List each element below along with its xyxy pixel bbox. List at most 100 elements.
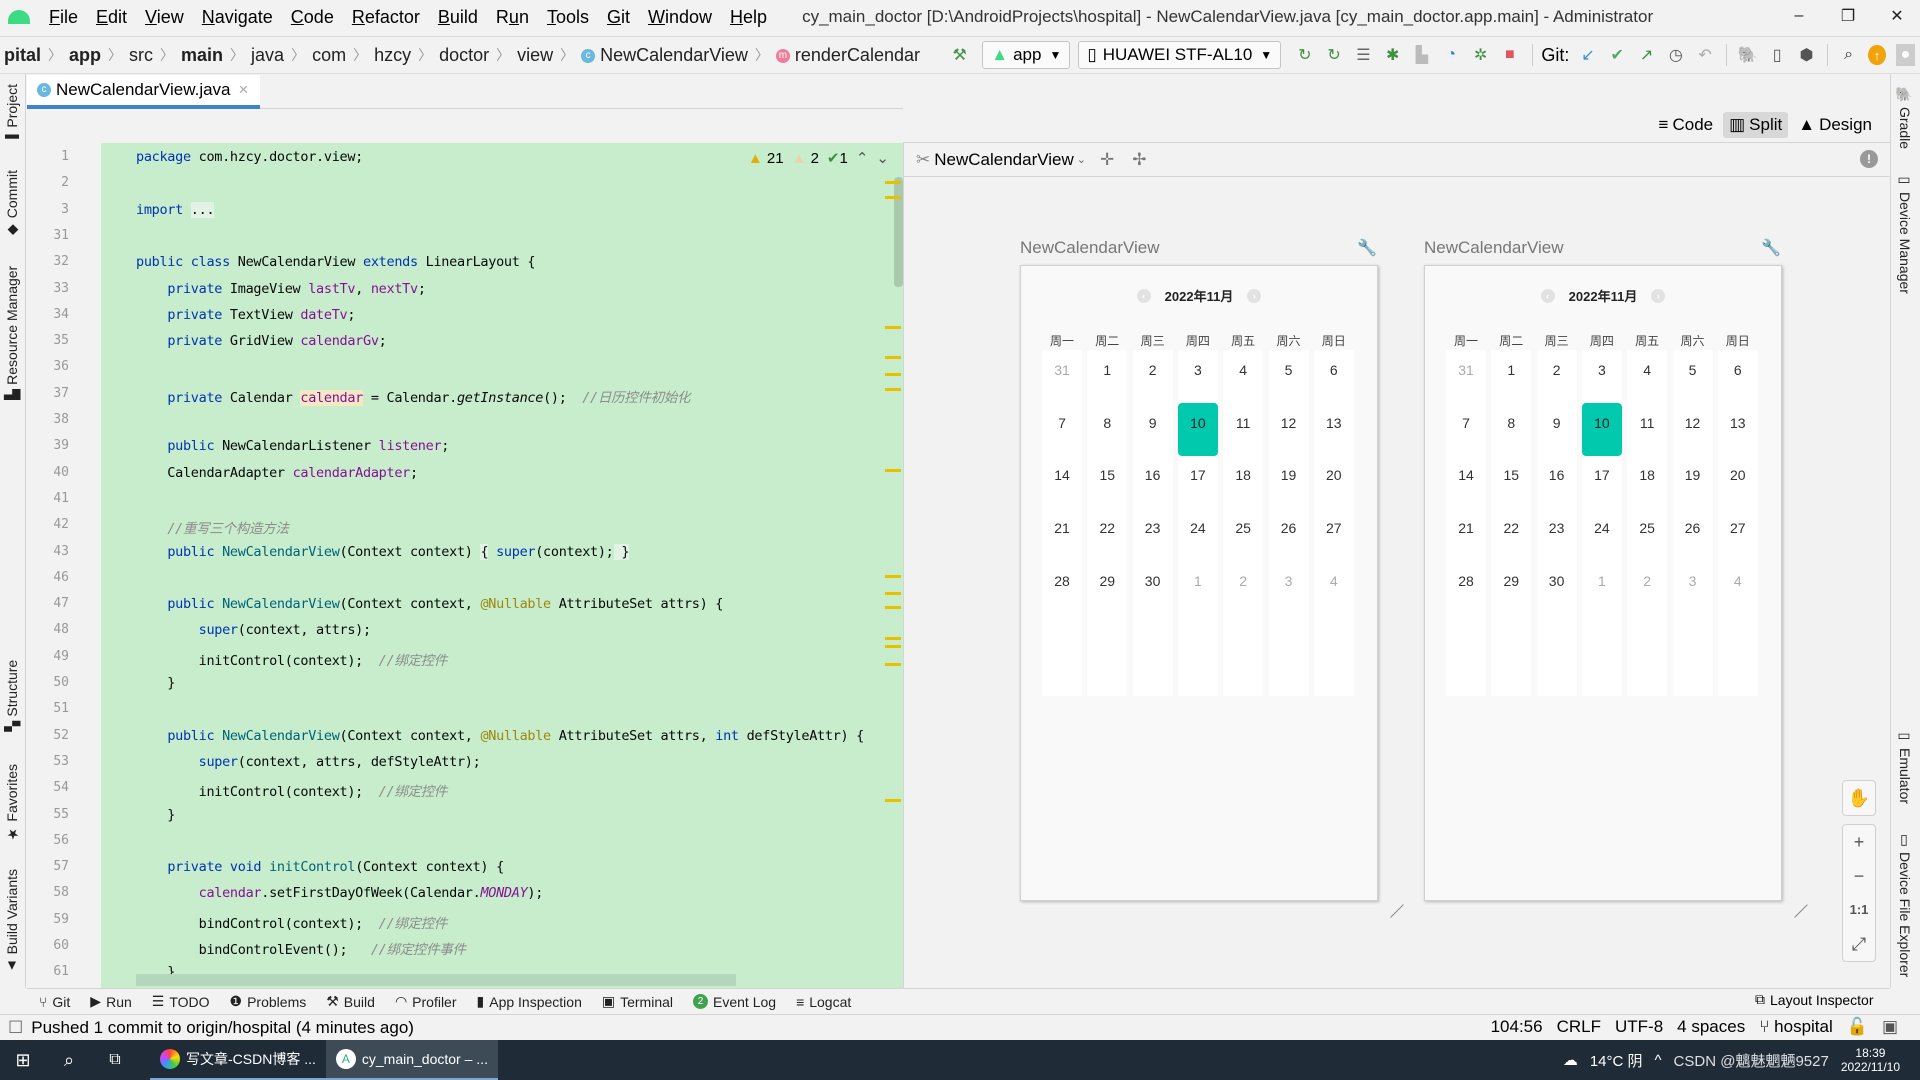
git-branch[interactable]: ⑂ hospital [1759,1017,1833,1037]
breadcrumb-view[interactable]: view [513,45,557,66]
typos-count[interactable]: ✔1 [827,149,848,167]
calendar-day[interactable]: 9 [1133,403,1173,456]
clock[interactable]: 18:39 2022/11/10 [1841,1046,1900,1074]
code-line[interactable]: } [136,807,175,823]
tool-tab-device-file-explorer[interactable]: ▯ Device File Explorer [1897,832,1913,977]
calendar-day[interactable]: 24 [1582,508,1622,561]
calendar-day[interactable]: 20 [1314,455,1354,508]
calendar-day[interactable]: 30 [1537,561,1577,614]
tool-tab-structure[interactable]: ▚ Structure [4,660,20,732]
status-message[interactable]: Pushed 1 commit to origin/hospital (4 mi… [31,1018,414,1038]
inspection-widget[interactable]: ▲ 21 ▲ 2 ✔1 ⌃ ⌄ [748,149,889,168]
calendar-day[interactable]: 15 [1087,455,1127,508]
calendar-day[interactable]: 27 [1718,508,1758,561]
calendar-day[interactable]: 30 [1133,561,1173,614]
git-commit-icon[interactable]: ✔ [1608,44,1627,66]
tool-window-problems[interactable]: ❶ Problems [230,993,307,1010]
menu-file[interactable]: File [40,7,87,28]
warnings-count[interactable]: ▲ 21 [748,150,784,167]
code-line[interactable]: package com.hzcy.doctor.view; [136,149,363,165]
gradle-sync-icon[interactable]: 🐘 [1738,44,1758,66]
close-tab-icon[interactable]: × [239,80,249,100]
menu-tools[interactable]: Tools [538,7,598,28]
calendar-day[interactable]: 7 [1042,403,1082,456]
tray-expand-icon[interactable]: ^ [1655,1052,1662,1069]
calendar-day[interactable]: 10 [1177,402,1218,456]
chevron-down-icon[interactable]: ⌄ [1077,153,1086,166]
vertical-scrollbar[interactable] [894,177,903,287]
warning-stripe-mark[interactable] [885,373,901,376]
zoom-out-button[interactable]: − [1843,859,1875,893]
calendar-day[interactable]: 3 [1582,350,1622,403]
menu-window[interactable]: Window [639,7,721,28]
resize-handle[interactable] [1378,892,1404,918]
calendar-day[interactable]: 27 [1314,508,1354,561]
calendar-day[interactable]: 3 [1673,561,1713,614]
tool-tab-device-manager[interactable]: ▭ Device Manager [1897,172,1913,294]
coverage-icon[interactable]: ▙ [1412,44,1431,66]
code-line[interactable]: public class NewCalendarView extends Lin… [136,254,536,270]
calendar-day[interactable]: 24 [1178,508,1218,561]
resize-handle[interactable] [1782,892,1808,918]
prev-month-icon[interactable]: ‹ [1540,288,1555,303]
center-icon[interactable]: ✢ [1132,150,1146,170]
pan-icon[interactable]: ✛ [1100,150,1114,170]
breadcrumb-doctor[interactable]: doctor [435,45,493,66]
task-view-icon[interactable]: ⧉ [92,1051,138,1069]
debug-icon[interactable]: ✱ [1383,44,1402,66]
component-select[interactable]: NewCalendarView [934,150,1074,170]
calendar-day[interactable]: 13 [1718,403,1758,456]
update-icon[interactable]: ↑ [1868,45,1886,65]
tool-window-logcat[interactable]: ≡ Logcat [796,994,851,1010]
calendar-day[interactable]: 4 [1718,561,1758,614]
calendar-day[interactable]: 1 [1178,561,1218,614]
minimize-button[interactable]: – [1776,0,1822,32]
calendar-day[interactable]: 31 [1446,350,1486,403]
taskbar-app-android-studio[interactable]: Acy_main_doctor – ... [325,1040,498,1080]
menu-code[interactable]: Code [282,7,343,28]
code-line[interactable]: //重写三个构造方法 [136,517,289,537]
calendar-day[interactable]: 3 [1269,561,1309,614]
git-rollback-icon[interactable]: ↶ [1695,44,1714,66]
view-mode-code[interactable]: ≡ Code [1653,112,1720,138]
device-manager-icon[interactable]: ▯ [1768,44,1787,66]
warning-stripe-mark[interactable] [885,356,901,359]
code-line[interactable]: initControl(context); //绑定控件 [136,780,448,800]
calendar-day[interactable]: 13 [1314,403,1354,456]
apply-code-changes-icon[interactable]: ↻ [1324,44,1343,66]
tool-tab-commit[interactable]: ◆ Commit [4,170,20,238]
horizontal-scrollbar[interactable] [136,974,736,986]
code-line[interactable]: public NewCalendarView(Context context, … [136,596,723,612]
code-line[interactable]: public NewCalendarView(Context context) … [136,543,629,560]
code-line[interactable]: private void initControl(Context context… [136,859,504,875]
warning-stripe-mark[interactable] [885,799,901,802]
calendar-day[interactable]: 12 [1673,403,1713,456]
breadcrumb-java[interactable]: java [247,45,288,66]
warning-stripe-mark[interactable] [885,606,901,609]
breadcrumb-project[interactable]: pital [0,45,45,66]
zoom-in-button[interactable]: + [1843,825,1875,859]
profile-icon[interactable]: ◔ [1442,44,1461,66]
code-line[interactable]: super(context, attrs); [136,622,372,638]
calendar-day[interactable]: 28 [1042,561,1082,614]
tool-window-todo[interactable]: ☰ TODO [152,993,210,1010]
calendar-day[interactable]: 8 [1491,403,1531,456]
calendar-day[interactable]: 5 [1269,350,1309,403]
calendar-day[interactable]: 7 [1446,403,1486,456]
code-line[interactable]: CalendarAdapter calendarAdapter; [136,465,418,481]
search-icon[interactable]: ⌕ [46,1050,92,1071]
warning-stripe-mark[interactable] [885,575,901,578]
calendar-day[interactable]: 14 [1042,455,1082,508]
calendar-day[interactable]: 19 [1269,455,1309,508]
calendar-day[interactable]: 23 [1537,508,1577,561]
code-editor[interactable]: 1 2 3 31 32 33 34 35 36 37 38 39 40 41 42 43 46 47 48 49 50 5… [27,143,903,988]
calendar-day[interactable]: 17 [1582,455,1622,508]
calendar-day[interactable]: 25 [1627,508,1667,561]
wrench-icon[interactable]: 🔧 [1357,238,1377,258]
breadcrumb-app[interactable]: app [65,45,105,66]
warning-stripe-mark[interactable] [885,645,901,648]
menu-navigate[interactable]: Navigate [193,7,282,28]
tool-window-event-log[interactable]: 2 Event Log [693,994,776,1010]
tool-window-git[interactable]: ⑂ Git [39,994,70,1010]
weather-cloud-icon[interactable]: ☁ [1563,1051,1578,1069]
